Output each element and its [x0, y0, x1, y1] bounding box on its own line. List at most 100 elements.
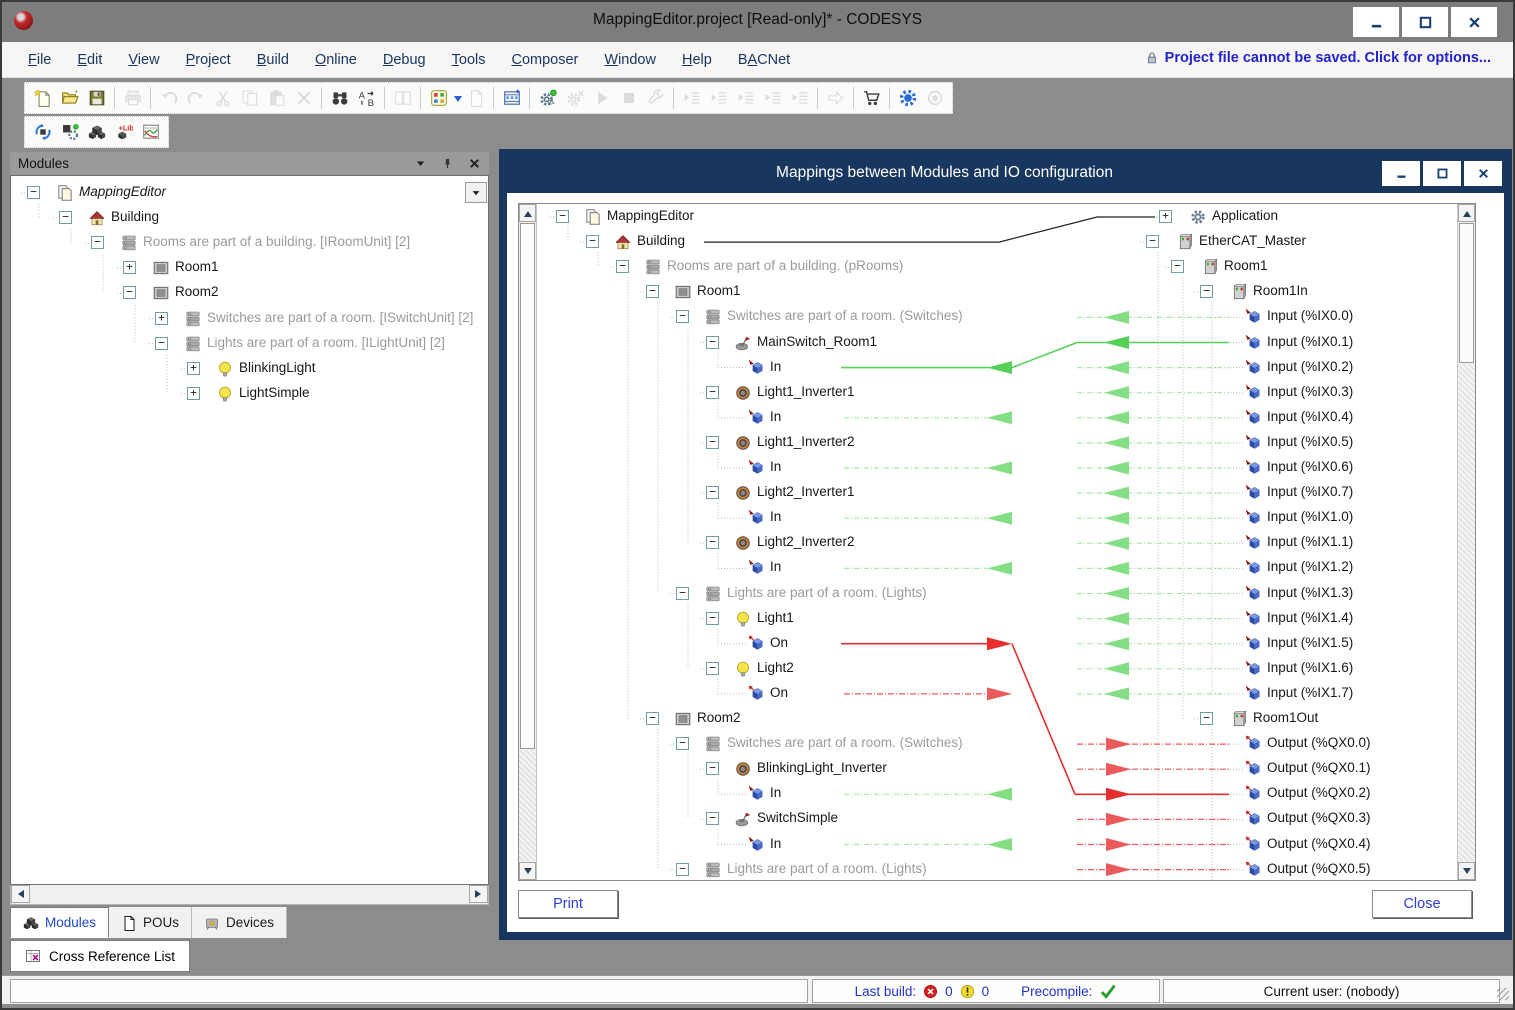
tree-item-light2-inverter1[interactable]: Light2_Inverter1	[757, 484, 855, 499]
tree-item-mappingeditor[interactable]: MappingEditor	[607, 208, 694, 223]
tree-item-room1[interactable]: Room1	[175, 259, 219, 274]
step-into-button[interactable]	[705, 85, 732, 111]
tree-item-input-ix1-3[interactable]: Input (%IX1.3)	[1267, 585, 1353, 600]
collapse-toggle[interactable]: −	[646, 712, 659, 725]
tree-item-in[interactable]: In	[770, 509, 781, 524]
paste-button[interactable]	[263, 85, 290, 111]
expand-toggle[interactable]: +	[123, 261, 136, 274]
clean-button[interactable]	[462, 85, 489, 111]
tree-item-in[interactable]: In	[770, 559, 781, 574]
collapse-toggle[interactable]: −	[155, 337, 168, 350]
add-library-button[interactable]	[110, 119, 137, 145]
tree-item-light1-inverter2[interactable]: Light1_Inverter2	[757, 434, 855, 449]
tree-item-light1[interactable]: Light1	[757, 610, 794, 625]
collapse-toggle[interactable]: −	[556, 210, 569, 223]
tree-item-lights-are-part-of-a-room-lights[interactable]: Lights are part of a room. (Lights)	[727, 585, 927, 600]
tree-item-room1[interactable]: Room1	[1224, 258, 1268, 273]
tree-item-input-ix0-2[interactable]: Input (%IX0.2)	[1267, 359, 1353, 374]
menu-file[interactable]: File	[28, 52, 51, 68]
stop-button[interactable]	[615, 85, 642, 111]
composer-update-button[interactable]	[29, 119, 56, 145]
tree-item-in[interactable]: In	[770, 836, 781, 851]
tree-item-input-ix0-3[interactable]: Input (%IX0.3)	[1267, 384, 1353, 399]
login-button[interactable]	[534, 85, 561, 111]
menu-debug[interactable]: Debug	[383, 52, 426, 68]
tree-item-input-ix0-6[interactable]: Input (%IX0.6)	[1267, 459, 1353, 474]
collapse-toggle[interactable]: −	[676, 863, 689, 876]
scroll-right-button[interactable]	[469, 885, 488, 903]
collapse-toggle[interactable]: −	[123, 286, 136, 299]
tree-item-output-qx0-3[interactable]: Output (%QX0.3)	[1267, 810, 1371, 825]
tree-item-mappingeditor[interactable]: MappingEditor	[79, 184, 166, 199]
collapse-toggle[interactable]: −	[1171, 260, 1184, 273]
tree-item-input-ix1-0[interactable]: Input (%IX1.0)	[1267, 509, 1353, 524]
tree-item-room2[interactable]: Room2	[697, 710, 741, 725]
start-button[interactable]	[588, 85, 615, 111]
maximize-button[interactable]	[1402, 7, 1448, 37]
collapse-toggle[interactable]: −	[27, 186, 40, 199]
menu-view[interactable]: View	[128, 52, 159, 68]
tree-item-on[interactable]: On	[770, 635, 788, 650]
collapse-toggle[interactable]: −	[706, 762, 719, 775]
record-button[interactable]	[921, 85, 948, 111]
tree-item-input-ix1-7[interactable]: Input (%IX1.7)	[1267, 685, 1353, 700]
tree-item-input-ix0-5[interactable]: Input (%IX0.5)	[1267, 434, 1353, 449]
tab-pous[interactable]: POUs	[109, 907, 192, 938]
delete-button[interactable]	[290, 85, 317, 111]
tree-item-lightsimple[interactable]: LightSimple	[239, 385, 310, 400]
tree-item-rooms-are-part-of-a-building-iroomunit-2[interactable]: Rooms are part of a building. [IRoomUnit…	[143, 234, 410, 249]
tree-item-output-qx0-0[interactable]: Output (%QX0.0)	[1267, 735, 1371, 750]
collapse-toggle[interactable]: −	[646, 285, 659, 298]
close-button[interactable]	[1451, 7, 1497, 37]
menu-help[interactable]: Help	[682, 52, 712, 68]
mapping-vscrollbar-right[interactable]	[1457, 204, 1475, 880]
menu-tools[interactable]: Tools	[452, 52, 486, 68]
tree-item-input-ix0-0[interactable]: Input (%IX0.0)	[1267, 308, 1353, 323]
tree-item-in[interactable]: In	[770, 459, 781, 474]
copy-button[interactable]	[236, 85, 263, 111]
expand-toggle[interactable]: +	[1159, 210, 1172, 223]
collapse-toggle[interactable]: −	[91, 236, 104, 249]
tree-item-input-ix1-4[interactable]: Input (%IX1.4)	[1267, 610, 1353, 625]
collapse-toggle[interactable]: −	[706, 536, 719, 549]
collapse-toggle[interactable]: −	[706, 436, 719, 449]
tree-item-switches-are-part-of-a-room-switches[interactable]: Switches are part of a room. (Switches)	[727, 735, 963, 750]
find-button[interactable]	[326, 85, 353, 111]
menu-edit[interactable]: Edit	[77, 52, 102, 68]
logout-button[interactable]	[561, 85, 588, 111]
tree-item-input-ix0-7[interactable]: Input (%IX0.7)	[1267, 484, 1353, 499]
build-button[interactable]	[425, 85, 452, 111]
scroll-left-button[interactable]	[11, 885, 30, 903]
scroll-up-button[interactable]	[1458, 204, 1475, 222]
collapse-toggle[interactable]: −	[1146, 235, 1159, 248]
tree-item-input-ix1-1[interactable]: Input (%IX1.1)	[1267, 534, 1353, 549]
expand-toggle[interactable]: +	[155, 312, 168, 325]
tree-item-input-ix0-1[interactable]: Input (%IX0.1)	[1267, 334, 1353, 349]
build-dropdown-icon[interactable]	[454, 96, 462, 106]
tree-item-room1in[interactable]: Room1In	[1253, 283, 1308, 298]
menu-composer[interactable]: Composer	[511, 52, 578, 68]
tree-item-output-qx0-4[interactable]: Output (%QX0.4)	[1267, 836, 1371, 851]
save-project-button[interactable]	[83, 85, 110, 111]
collapse-toggle[interactable]: −	[616, 260, 629, 273]
collapse-toggle[interactable]: −	[1200, 285, 1213, 298]
dialog-maximize-button[interactable]	[1423, 161, 1461, 186]
expand-toggle[interactable]: +	[187, 387, 200, 400]
titlebar[interactable]: MappingEditor.project [Read-only]* - COD…	[2, 2, 1513, 42]
tree-item-input-ix1-6[interactable]: Input (%IX1.6)	[1267, 660, 1353, 675]
tree-item-input-ix1-5[interactable]: Input (%IX1.5)	[1267, 635, 1353, 650]
resize-grip[interactable]	[1497, 988, 1509, 1000]
modules-hscrollbar[interactable]	[10, 885, 489, 905]
composer-login-button[interactable]	[56, 119, 83, 145]
undo-button[interactable]	[155, 85, 182, 111]
tree-item-on[interactable]: On	[770, 685, 788, 700]
mapping-dialog-titlebar[interactable]: Mappings between Modules and IO configur…	[507, 155, 1504, 191]
tree-item-blinkinglight[interactable]: BlinkingLight	[239, 360, 316, 375]
minimize-button[interactable]	[1353, 7, 1399, 37]
tree-item-room1out[interactable]: Room1Out	[1253, 710, 1318, 725]
show-next-statement-button[interactable]	[822, 85, 849, 111]
tree-item-in[interactable]: In	[770, 409, 781, 424]
mapping-vscrollbar-left[interactable]	[519, 204, 537, 880]
close-button-dialog[interactable]: Close	[1372, 890, 1472, 918]
cut-button[interactable]	[209, 85, 236, 111]
